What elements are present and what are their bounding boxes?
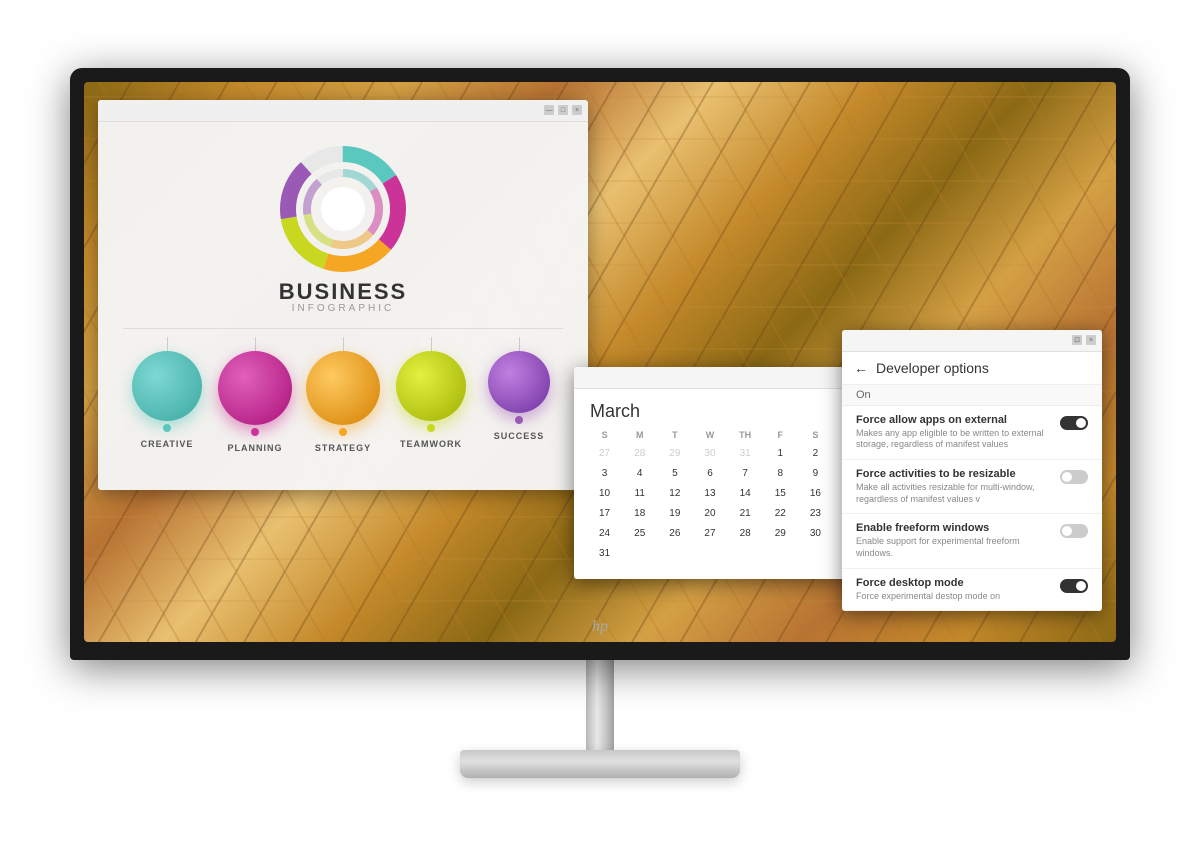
calendar-titlebar: ⊡ × bbox=[574, 367, 874, 389]
monitor-bezel: — □ × bbox=[70, 68, 1130, 660]
dev-item-3-desc: Enable support for experimental freeform… bbox=[856, 536, 1052, 559]
dev-item-2: Force activities to be resizable Make al… bbox=[842, 460, 1102, 514]
donut-chart bbox=[278, 144, 408, 274]
monitor-wrapper: — □ × bbox=[50, 68, 1150, 778]
dev-title: Developer options bbox=[876, 360, 989, 376]
dev-toggle-3[interactable] bbox=[1060, 524, 1088, 538]
circle-teamwork: TEAMWORK bbox=[387, 337, 475, 449]
dev-item-4-desc: Force experimental destop mode on bbox=[856, 591, 1052, 603]
dev-item-2-title: Force activities to be resizable bbox=[856, 468, 1052, 480]
dev-toggle-2[interactable] bbox=[1060, 470, 1088, 484]
monitor-stand bbox=[460, 660, 740, 778]
infographic-titlebar: — □ × bbox=[98, 100, 588, 122]
calendar-grid: S M T W TH F S 27 28 29 bbox=[574, 428, 846, 579]
stand-base bbox=[460, 750, 740, 778]
dev-item-3-title: Enable freeform windows bbox=[856, 522, 1052, 534]
minimize-btn[interactable]: — bbox=[544, 105, 554, 115]
circle-creative: CREATIVE bbox=[123, 337, 211, 449]
infographic-panel: — □ × bbox=[98, 100, 588, 490]
stand-neck bbox=[586, 660, 614, 750]
dev-toggle-1[interactable] bbox=[1060, 416, 1088, 430]
dev-item-1-desc: Makes any app eligible to be written to … bbox=[856, 428, 1052, 451]
dev-toggle-4[interactable] bbox=[1060, 579, 1088, 593]
maximize-btn[interactable]: □ bbox=[558, 105, 568, 115]
circle-success: SUCCESS bbox=[475, 337, 563, 441]
dev-item-1: Force allow apps on external Makes any a… bbox=[842, 406, 1102, 460]
infographic-title: BUSINESS bbox=[279, 281, 407, 303]
infographic-content: BUSINESS INFOGRAPHIC CREATIVE bbox=[114, 138, 572, 453]
dev-titlebar: ⊡ × bbox=[842, 330, 1102, 352]
screen: — □ × bbox=[84, 82, 1116, 642]
dev-on-label: On bbox=[842, 385, 1102, 406]
developer-options-panel: ⊡ × ← Developer options On Force allow a… bbox=[842, 330, 1102, 612]
back-arrow-icon[interactable]: ← bbox=[854, 360, 868, 376]
calendar-month: March bbox=[574, 389, 846, 428]
dev-item-4-title: Force desktop mode bbox=[856, 577, 1052, 589]
dev-item-2-desc: Make all activities resizable for multi-… bbox=[856, 482, 1052, 505]
dev-close-btn[interactable]: × bbox=[1086, 335, 1096, 345]
dev-header: ← Developer options bbox=[842, 352, 1102, 385]
close-btn[interactable]: × bbox=[572, 105, 582, 115]
dev-item-4: Force desktop mode Force experimental de… bbox=[842, 569, 1102, 612]
infographic-subtitle: INFOGRAPHIC bbox=[292, 303, 394, 314]
calendar-panel: ⊡ × March S M T W TH F bbox=[574, 367, 874, 579]
dev-item-1-title: Force allow apps on external bbox=[856, 414, 1052, 426]
circle-planning: PLANNING bbox=[211, 337, 299, 453]
dev-item-3: Enable freeform windows Enable support f… bbox=[842, 514, 1102, 568]
dev-restore-btn[interactable]: ⊡ bbox=[1072, 335, 1082, 345]
hp-logo: hp bbox=[592, 618, 608, 636]
circle-strategy: STRATEGY bbox=[299, 337, 387, 453]
